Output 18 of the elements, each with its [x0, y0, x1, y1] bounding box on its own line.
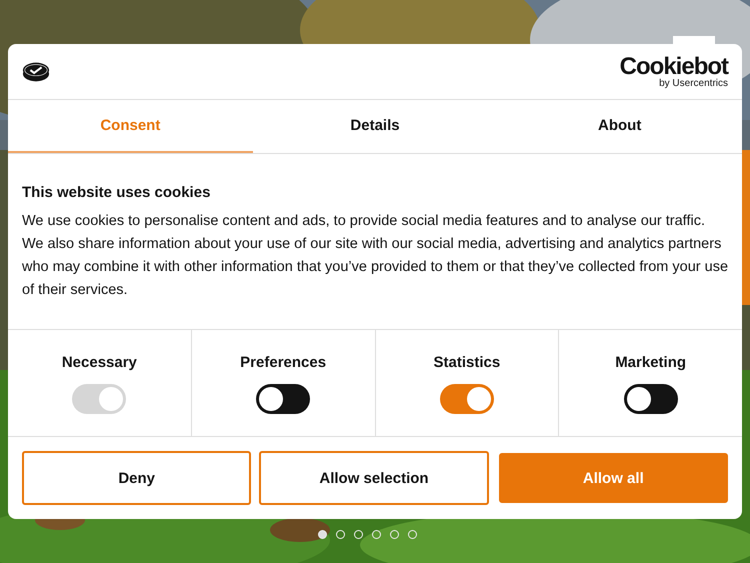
consent-button[interactable]: Allow selection	[259, 451, 489, 505]
cookiebot-logo: Cookiebot by Usercentrics	[620, 54, 728, 88]
toggle-switch[interactable]	[256, 384, 310, 414]
consent-button[interactable]: Deny	[22, 451, 252, 505]
toggle-switch[interactable]	[624, 384, 678, 414]
cookie-check-icon	[22, 60, 50, 82]
category-label: Statistics	[434, 354, 500, 371]
carousel-dot[interactable]	[336, 530, 345, 539]
carousel-dot[interactable]	[408, 530, 417, 539]
category-label: Necessary	[62, 354, 137, 371]
category-label: Marketing	[615, 354, 686, 371]
carousel-dot[interactable]	[354, 530, 363, 539]
dialog-heading: This website uses cookies	[22, 184, 212, 201]
carousel-dot[interactable]	[390, 530, 399, 539]
category-label: Preferences	[240, 354, 326, 371]
toggle-switch[interactable]	[440, 384, 494, 414]
description-text: We use cookies to personalise content and ads, to provide social media features and to analyse our traffic. We also share information about your use of our site with our social media, advertising and analytics partners who may combine it with other information that you’ve provided to them or that they’ve collected from your use of their services.	[22, 212, 728, 300]
carousel-dot[interactable]	[372, 530, 381, 539]
